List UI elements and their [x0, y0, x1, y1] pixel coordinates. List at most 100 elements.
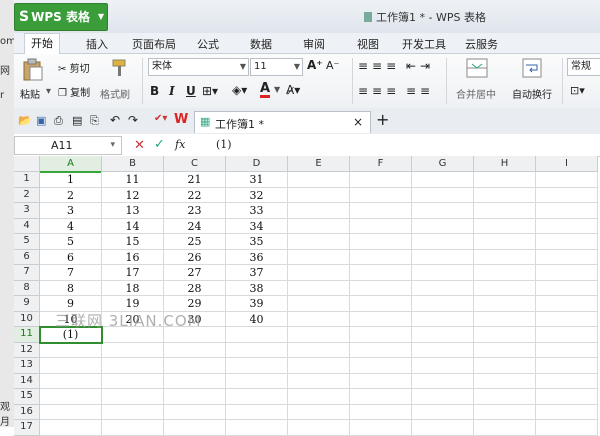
underline-button[interactable]: U	[186, 84, 196, 98]
cell-e6[interactable]	[288, 249, 350, 265]
cell-h13[interactable]	[474, 358, 536, 374]
cell-d12[interactable]	[226, 342, 288, 358]
close-icon[interactable]: ×	[353, 115, 363, 129]
cell-g11[interactable]	[412, 327, 474, 343]
cell-d5[interactable]: 35	[226, 234, 288, 250]
cell-g8[interactable]	[412, 280, 474, 296]
cell-d7[interactable]: 37	[226, 265, 288, 281]
font-size-select[interactable]: 11 ▼	[250, 58, 303, 76]
cell-f15[interactable]	[350, 389, 412, 405]
row-header-4[interactable]: 4	[14, 218, 40, 234]
cell-h17[interactable]	[474, 420, 536, 436]
cell-h9[interactable]	[474, 296, 536, 312]
column-header-e[interactable]: E	[288, 156, 350, 172]
cell-e12[interactable]	[288, 342, 350, 358]
cell-i3[interactable]	[536, 203, 598, 219]
shrink-font-icon[interactable]: A⁻	[326, 59, 339, 72]
cell-e4[interactable]	[288, 218, 350, 234]
redo-icon[interactable]: ↷	[128, 113, 138, 127]
cell-d6[interactable]: 36	[226, 249, 288, 265]
tab-home[interactable]: 开始	[24, 33, 60, 54]
cell-d17[interactable]	[226, 420, 288, 436]
select-all-corner[interactable]	[14, 156, 40, 172]
cell-g9[interactable]	[412, 296, 474, 312]
tab-page-layout[interactable]: 页面布局	[132, 36, 176, 52]
cell-a8[interactable]: 8	[40, 280, 102, 296]
column-header-i[interactable]: I	[536, 156, 598, 172]
cell-b14[interactable]	[102, 373, 164, 389]
column-header-a[interactable]: A	[40, 156, 102, 173]
cell-b1[interactable]: 11	[102, 172, 164, 188]
cell-f6[interactable]	[350, 249, 412, 265]
tab-formulas[interactable]: 公式	[197, 36, 219, 52]
cell-d15[interactable]	[226, 389, 288, 405]
cell-h16[interactable]	[474, 404, 536, 420]
cell-h4[interactable]	[474, 218, 536, 234]
formula-input[interactable]: (1)	[216, 138, 232, 151]
cell-a17[interactable]	[40, 420, 102, 436]
tab-insert[interactable]: 插入	[86, 36, 108, 52]
cell-f11[interactable]	[350, 327, 412, 343]
cell-e14[interactable]	[288, 373, 350, 389]
cell-h5[interactable]	[474, 234, 536, 250]
cell-g3[interactable]	[412, 203, 474, 219]
row-header-8[interactable]: 8	[14, 280, 40, 296]
cell-c7[interactable]: 27	[164, 265, 226, 281]
cell-g5[interactable]	[412, 234, 474, 250]
cell-a6[interactable]: 6	[40, 249, 102, 265]
cell-a15[interactable]	[40, 389, 102, 405]
cell-i12[interactable]	[536, 342, 598, 358]
cell-c1[interactable]: 21	[164, 172, 226, 188]
borders-icon[interactable]: ⊞▾	[202, 84, 218, 98]
cell-a16[interactable]	[40, 404, 102, 420]
cell-i14[interactable]	[536, 373, 598, 389]
cell-e10[interactable]	[288, 311, 350, 327]
bold-button[interactable]: B	[150, 84, 159, 98]
cell-g16[interactable]	[412, 404, 474, 420]
cut-button[interactable]: ✂ 剪切	[58, 60, 90, 75]
cell-b3[interactable]: 13	[102, 203, 164, 219]
cell-f16[interactable]	[350, 404, 412, 420]
column-header-c[interactable]: C	[164, 156, 226, 172]
cell-i15[interactable]	[536, 389, 598, 405]
cell-b7[interactable]: 17	[102, 265, 164, 281]
cell-i1[interactable]	[536, 172, 598, 188]
cell-d9[interactable]: 39	[226, 296, 288, 312]
cell-e5[interactable]	[288, 234, 350, 250]
cell-g1[interactable]	[412, 172, 474, 188]
cell-f13[interactable]	[350, 358, 412, 374]
wps-app-menu-button[interactable]: S WPS 表格 ▼	[14, 3, 108, 31]
tab-review[interactable]: 审阅	[303, 36, 325, 52]
cell-a4[interactable]: 4	[40, 218, 102, 234]
cell-b8[interactable]: 18	[102, 280, 164, 296]
cell-f12[interactable]	[350, 342, 412, 358]
cell-c14[interactable]	[164, 373, 226, 389]
merge-center-icon[interactable]	[466, 58, 488, 78]
cell-i2[interactable]	[536, 187, 598, 203]
cell-g6[interactable]	[412, 249, 474, 265]
customize-icon[interactable]: ✔▾	[154, 113, 167, 124]
cell-i5[interactable]	[536, 234, 598, 250]
print-icon[interactable]: ⎘	[90, 114, 99, 128]
confirm-icon[interactable]: ✓	[154, 137, 165, 152]
chevron-down-icon[interactable]: ▼	[274, 85, 280, 94]
cell-f5[interactable]	[350, 234, 412, 250]
cell-b16[interactable]	[102, 404, 164, 420]
cell-f10[interactable]	[350, 311, 412, 327]
row-header-17[interactable]: 17	[14, 420, 40, 436]
cell-e8[interactable]	[288, 280, 350, 296]
tab-view[interactable]: 视图	[357, 36, 379, 52]
cell-a7[interactable]: 7	[40, 265, 102, 281]
document-tab[interactable]: ▦ 工作簿1 * ×	[194, 111, 371, 133]
paste-icon[interactable]	[22, 58, 44, 82]
print-preview-icon[interactable]: ⎙	[54, 114, 63, 128]
row-header-15[interactable]: 15	[14, 389, 40, 405]
cell-e7[interactable]	[288, 265, 350, 281]
cell-h12[interactable]	[474, 342, 536, 358]
cell-c4[interactable]: 24	[164, 218, 226, 234]
cell-g12[interactable]	[412, 342, 474, 358]
cell-f14[interactable]	[350, 373, 412, 389]
font-color-icon[interactable]: A	[260, 82, 271, 98]
row-header-6[interactable]: 6	[14, 249, 40, 265]
cell-g13[interactable]	[412, 358, 474, 374]
